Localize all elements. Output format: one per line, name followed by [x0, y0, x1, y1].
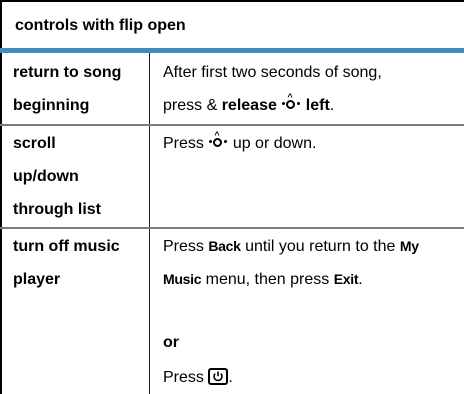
row-2-desc-line-1: Press ^ up or down. — [163, 127, 459, 160]
row-1-desc-line-1: After first two seconds of song, — [163, 64, 382, 81]
row-3-desc-line-1: Press Back until you return to the My — [163, 230, 459, 263]
exit-key-label: Exit — [333, 271, 359, 287]
row-1-description: After first two seconds of song, press &… — [163, 56, 459, 122]
row-3-desc-line-3: Press . — [163, 361, 459, 394]
table-left-border — [0, 0, 2, 394]
row-2-label-line-3: through list — [13, 201, 101, 218]
power-end-key-icon — [208, 368, 229, 385]
row-1-label-line-2: beginning — [13, 97, 90, 114]
row-3-desc-line-2: Music menu, then press Exit. — [163, 263, 459, 296]
row-1-label: return to song beginning — [13, 56, 147, 122]
header-rule — [0, 48, 464, 53]
row-1-period: . — [329, 97, 335, 114]
row-3-description: Press Back until you return to the My Mu… — [163, 230, 459, 296]
row-divider-2 — [0, 227, 464, 229]
row-1-desc-line-2: press & release ^ left. — [163, 89, 459, 122]
controls-table: controls with flip open return to song b… — [0, 0, 464, 394]
column-divider — [149, 53, 150, 394]
nav-key-icon: ^ — [282, 93, 301, 113]
row-3-label: turn off music player — [13, 230, 147, 296]
row-1-left-text: left — [305, 97, 330, 114]
my-label: My — [399, 238, 419, 254]
row-3-final-period: . — [228, 369, 233, 386]
row-1-label-line-1: return to song — [13, 64, 122, 81]
row-3-label-line-2: player — [13, 271, 61, 288]
row-3-label-line-1: turn off music — [13, 238, 120, 255]
music-label: Music — [163, 271, 202, 287]
row-3-menu-text: menu, then press — [205, 271, 330, 288]
table-header-title: controls with flip open — [15, 17, 186, 34]
row-3-press-text: Press — [163, 238, 204, 255]
row-2-label-line-2: up/down — [13, 168, 79, 185]
row-3-until-text: until you return to the — [245, 238, 396, 255]
row-2-label: scroll up/down through list — [13, 127, 147, 226]
nav-key-icon: ^ — [209, 131, 228, 151]
row-1-press-text: press & — [163, 97, 218, 114]
row-2-updown-text: up or down. — [232, 135, 317, 152]
row-divider-1 — [0, 124, 464, 126]
or-label: or — [163, 334, 179, 351]
row-2-label-line-1: scroll — [13, 135, 56, 152]
row-3-period: . — [358, 271, 363, 288]
row-1-release-text: release — [221, 97, 277, 114]
back-key-label: Back — [208, 238, 241, 254]
row-3-press2-text: Press — [163, 369, 204, 386]
row-2-press-text: Press — [163, 135, 204, 152]
row-2-description: Press ^ up or down. — [163, 127, 459, 160]
table-header: controls with flip open — [0, 0, 464, 50]
